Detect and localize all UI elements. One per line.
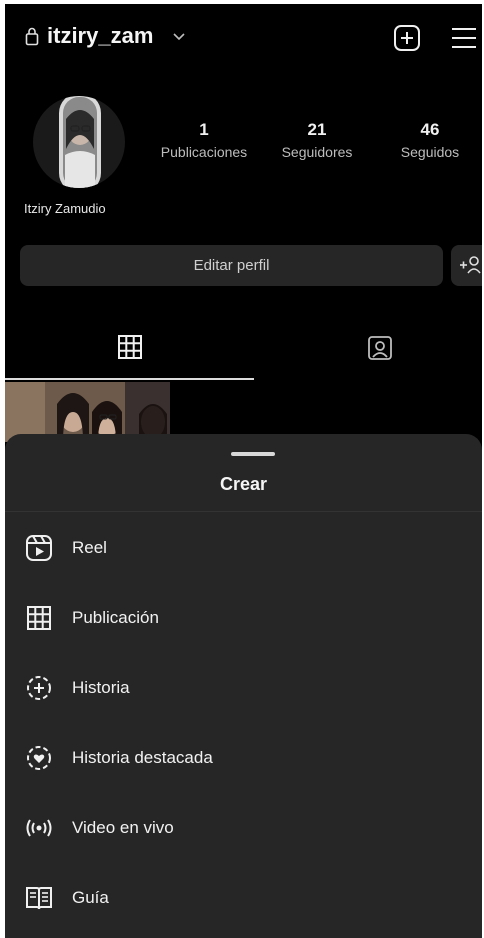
discover-people-button[interactable]: [451, 245, 482, 286]
menu-item-label: Historia destacada: [72, 748, 213, 767]
stat-posts[interactable]: 1 Publicaciones: [153, 120, 255, 160]
account-username[interactable]: itziry_zam: [47, 23, 153, 49]
top-bar: itziry_zam: [5, 4, 482, 72]
post-thumbnail-image: [5, 382, 170, 442]
stat-following-label: Seguidos: [400, 144, 460, 160]
reel-icon: [26, 535, 52, 561]
menu-item-historia[interactable]: Historia: [5, 658, 482, 718]
display-name: Itziry Zamudio: [24, 201, 106, 216]
menu-item-label: Video en vivo: [72, 818, 174, 837]
menu-item-publicacion[interactable]: Publicación: [5, 588, 482, 648]
stat-posts-value: 1: [199, 120, 209, 139]
post-thumbnail[interactable]: [5, 382, 170, 442]
stat-followers-value: 21: [307, 120, 327, 139]
create-bottom-sheet: Crear Reel Publicación Historia Historia…: [5, 434, 482, 938]
tagged-icon[interactable]: [366, 334, 394, 362]
chevron-down-icon[interactable]: [172, 32, 186, 42]
grid-post-icon: [27, 606, 51, 630]
lock-icon: [25, 27, 39, 46]
add-user-icon: [460, 256, 481, 274]
menu-item-guia[interactable]: Guía: [5, 868, 482, 928]
sheet-divider: [5, 511, 482, 512]
stat-following-value: 46: [420, 120, 440, 139]
grid-icon[interactable]: [117, 334, 143, 360]
hamburger-menu-icon[interactable]: [450, 24, 478, 52]
menu-item-video-en-vivo[interactable]: Video en vivo: [5, 798, 482, 858]
stat-followers-label: Seguidores: [281, 144, 353, 160]
sheet-title: Crear: [219, 474, 268, 494]
active-tab-indicator: [5, 378, 254, 380]
menu-item-label: Historia: [72, 678, 130, 697]
stat-followers[interactable]: 21 Seguidores: [275, 120, 359, 160]
stat-posts-label: Publicaciones: [160, 144, 248, 160]
menu-item-label: Reel: [72, 538, 107, 557]
stat-following[interactable]: 46 Seguidos: [398, 120, 462, 160]
new-post-icon[interactable]: [393, 24, 421, 52]
menu-item-reel[interactable]: Reel: [5, 518, 482, 578]
highlight-icon: [27, 746, 51, 770]
sheet-drag-handle[interactable]: [231, 452, 275, 456]
menu-item-historia-destacada[interactable]: Historia destacada: [5, 728, 482, 788]
story-add-icon: [27, 676, 51, 700]
menu-item-label: Publicación: [72, 608, 159, 627]
avatar-photo: [33, 96, 125, 188]
menu-item-label: Guía: [72, 888, 109, 907]
avatar[interactable]: [31, 89, 127, 195]
guide-icon: [26, 887, 52, 910]
profile-screen: itziry_zam Itziry Zamudio 1 Publicacione…: [5, 4, 482, 938]
edit-profile-button[interactable]: Editar perfil: [20, 245, 443, 286]
live-icon: [26, 819, 52, 837]
